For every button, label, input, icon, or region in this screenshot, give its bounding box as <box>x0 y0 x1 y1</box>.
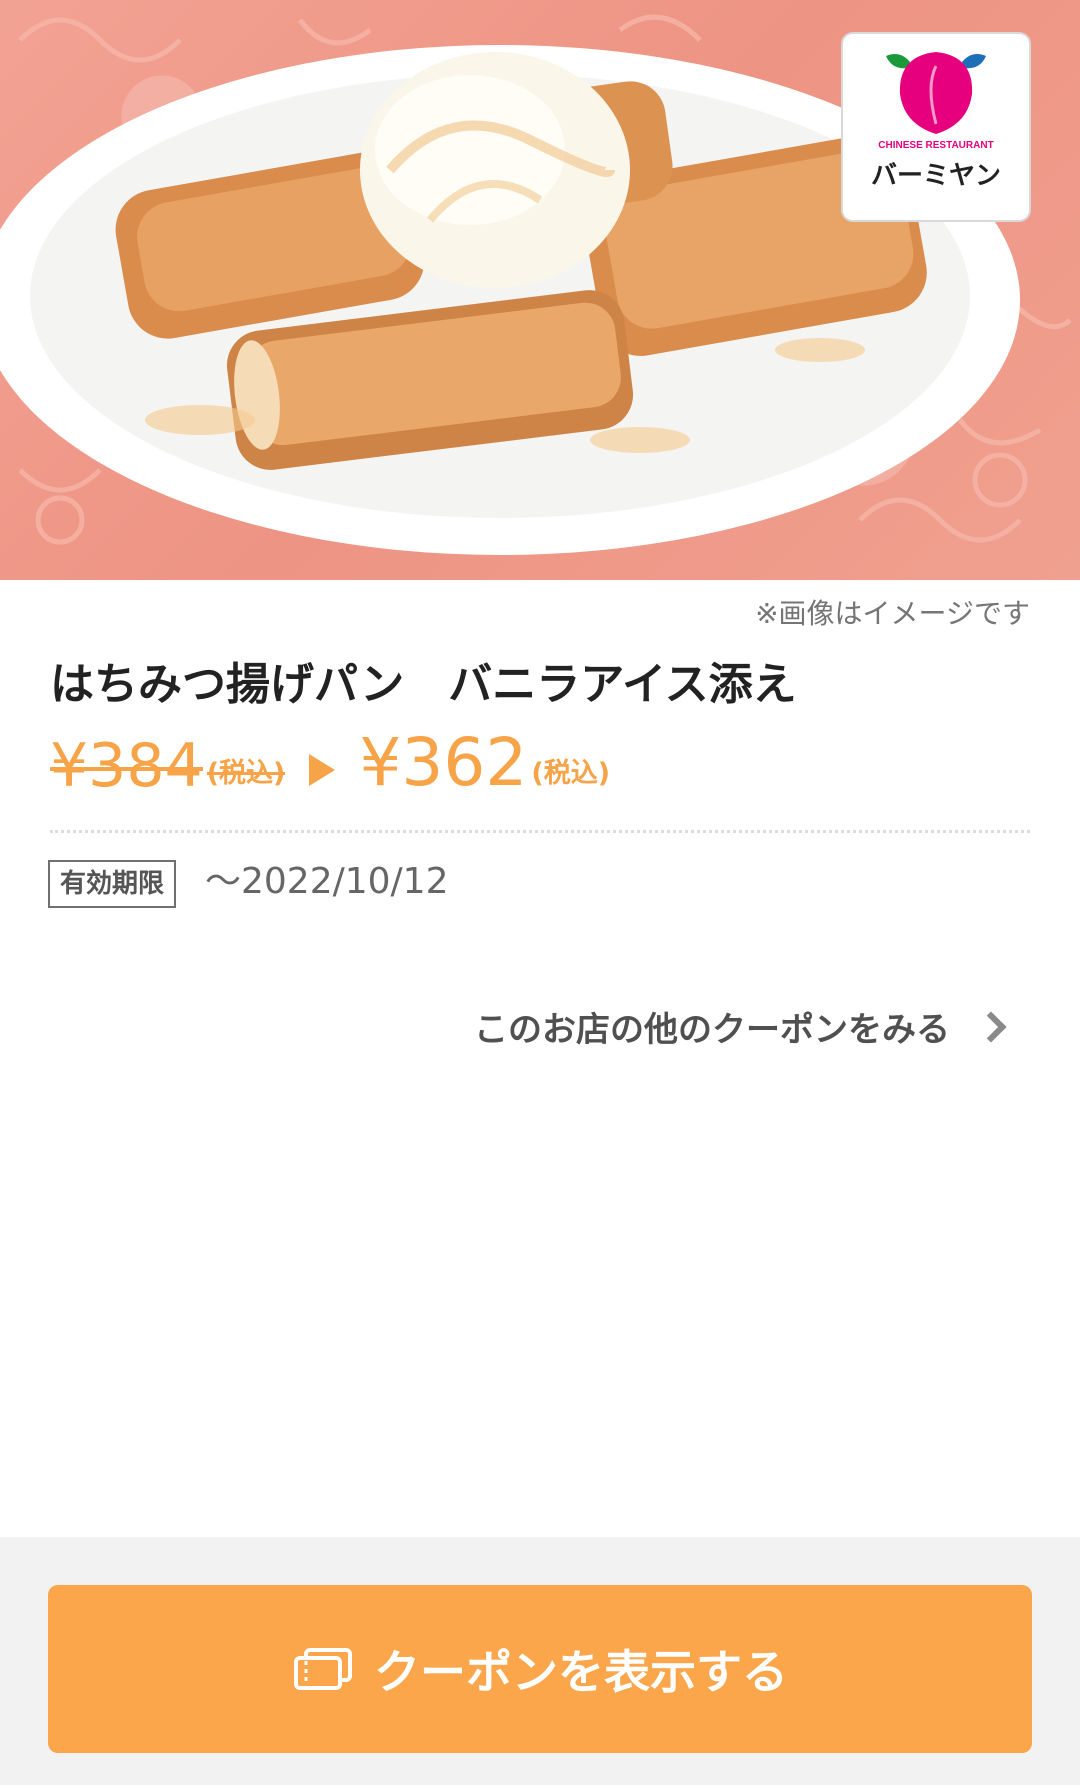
brand-logo-artwork: CHINESE RESTAURANT バーミヤン <box>871 52 1001 191</box>
original-price: ¥384 <box>50 731 203 801</box>
play-arrow-icon <box>309 754 336 786</box>
discounted-price-tax-label: (税込) <box>531 758 611 789</box>
svg-text:CHINESE RESTAURANT: CHINESE RESTAURANT <box>878 140 993 151</box>
brand-logo: CHINESE RESTAURANT バーミヤン <box>841 32 1031 222</box>
ticket-icon <box>294 1648 352 1690</box>
dotted-divider <box>50 830 1030 833</box>
bottom-action-bar: クーポンを表示する <box>0 1537 1080 1785</box>
chevron-right-icon <box>975 1010 1007 1043</box>
product-title: はちみつ揚げパン バニラアイス添え <box>50 659 797 710</box>
other-coupons-link[interactable]: このお店の他のクーポンをみる <box>474 1002 1010 1051</box>
svg-text:バーミヤン: バーミヤン <box>871 161 1001 191</box>
other-coupons-label: このお店の他のクーポンをみる <box>474 1010 950 1050</box>
show-coupon-label: クーポンを表示する <box>374 1645 788 1699</box>
price-row: ¥384 (税込) ¥362 (税込) <box>50 724 610 796</box>
peach-icon <box>886 52 986 134</box>
coupon-detail-screen: CHINESE RESTAURANT バーミヤン ※画像はイメージです はちみつ… <box>0 0 1080 1785</box>
expiry-label-badge: 有効期限 <box>48 860 177 908</box>
hero-image: CHINESE RESTAURANT バーミヤン <box>0 0 1080 580</box>
expiry-date: 〜2022/10/12 <box>205 861 449 902</box>
show-coupon-button[interactable]: クーポンを表示する <box>48 1585 1032 1753</box>
image-disclaimer: ※画像はイメージです <box>755 597 1030 630</box>
discounted-price: ¥362 <box>359 724 528 801</box>
original-price-tax-label: (税込) <box>206 751 285 790</box>
